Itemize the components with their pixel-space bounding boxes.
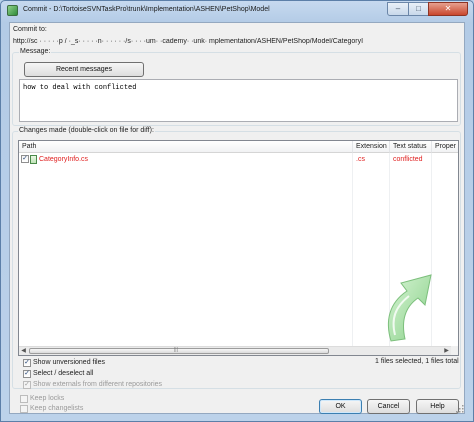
- resize-grip-icon[interactable]: [456, 405, 464, 413]
- changes-group: Changes made (double-click on file for d…: [12, 127, 461, 389]
- keep-changelists-checkbox: [20, 405, 28, 413]
- commit-arrow-watermark-icon: [387, 274, 432, 342]
- help-button[interactable]: Help: [416, 399, 459, 414]
- scroll-right-icon[interactable]: ▶: [442, 347, 451, 355]
- thumb-grip-icon: |||: [174, 347, 178, 353]
- column-header-path[interactable]: Path: [19, 141, 353, 153]
- show-unversioned-label: Show unversioned files: [33, 359, 105, 366]
- window-title: Commit - D:\TortoiseSVNTaskPro\trunk\Imp…: [23, 6, 270, 13]
- file-icon: [30, 155, 37, 164]
- commit-url: http://sc · · · · ·p / ·_s· · · · ·n· · …: [13, 38, 364, 45]
- message-text: how to deal with conflicted: [23, 84, 137, 92]
- scrollbar-thumb[interactable]: |||: [29, 347, 329, 354]
- row-path: CategoryInfo.cs: [39, 156, 89, 163]
- cancel-button[interactable]: Cancel: [367, 399, 410, 414]
- scroll-left-icon[interactable]: ◀: [19, 347, 28, 355]
- row-extension: .cs: [356, 156, 365, 163]
- changes-list[interactable]: Path Extension Text status Proper ✓ Cate…: [18, 140, 459, 356]
- table-row[interactable]: ✓ CategoryInfo.cs .cs conflicted: [19, 154, 458, 165]
- title-bar[interactable]: Commit - D:\TortoiseSVNTaskPro\trunk\Imp…: [1, 1, 473, 21]
- commit-to-label: Commit to:: [13, 26, 47, 33]
- maximize-button[interactable]: □: [408, 2, 429, 16]
- column-divider: [352, 153, 353, 346]
- keep-locks-label: Keep locks: [30, 395, 65, 402]
- show-externals-label: Show externals from different repositori…: [33, 381, 163, 388]
- column-header-text-status[interactable]: Text status: [390, 141, 432, 153]
- recent-messages-button[interactable]: Recent messages: [24, 62, 144, 77]
- scrollbar-corner: [451, 346, 458, 355]
- select-deselect-all-checkbox[interactable]: ✓: [23, 370, 31, 378]
- dialog-client-area: Commit to: http://sc · · · · ·p / ·_s· ·…: [9, 22, 465, 414]
- show-unversioned-checkbox[interactable]: ✓: [23, 359, 31, 367]
- row-text-status: conflicted: [393, 156, 423, 163]
- changes-label: Changes made (double-click on file for d…: [18, 127, 155, 134]
- row-checkbox[interactable]: ✓: [21, 155, 29, 163]
- select-deselect-all-label: Select / deselect all: [33, 370, 94, 377]
- app-icon: [7, 5, 18, 16]
- minimize-button[interactable]: –: [387, 2, 409, 16]
- horizontal-scrollbar[interactable]: ◀ ||| ▶: [19, 346, 451, 355]
- message-group: Message: Recent messages how to deal wit…: [12, 48, 461, 126]
- column-header-extension[interactable]: Extension: [353, 141, 390, 153]
- message-label: Message:: [19, 48, 52, 55]
- keep-locks-checkbox: [20, 395, 28, 403]
- selection-status-text: 1 files selected, 1 files total: [375, 358, 459, 365]
- ok-button[interactable]: OK: [319, 399, 362, 414]
- close-button[interactable]: ✕: [428, 2, 468, 16]
- commit-dialog-window: Commit - D:\TortoiseSVNTaskPro\trunk\Imp…: [0, 0, 474, 422]
- show-externals-checkbox: ✓: [23, 381, 31, 389]
- message-input[interactable]: how to deal with conflicted: [19, 79, 458, 122]
- column-header-properties[interactable]: Proper: [432, 141, 458, 153]
- keep-changelists-label: Keep changelists: [30, 405, 84, 412]
